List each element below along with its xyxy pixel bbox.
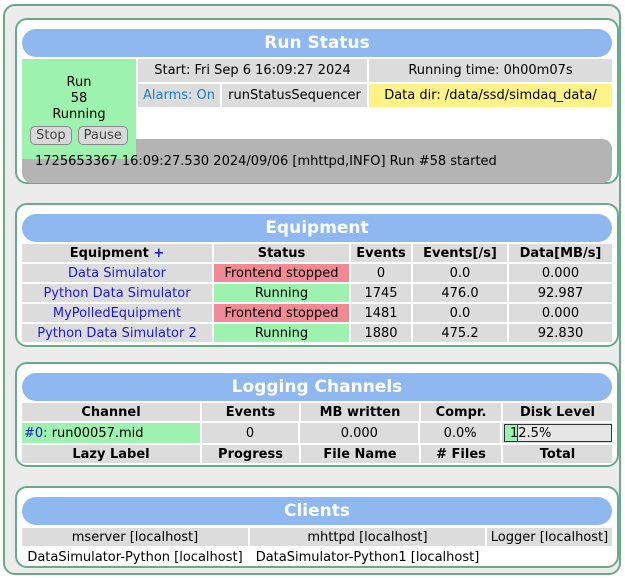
equipment-row: MyPolledEquipment Frontend stopped 1481 0.0… [22,304,612,322]
client-mhttpd: mhttpd [localhost] [250,528,485,546]
equipment-rate: 475.2 [413,324,507,342]
equipment-data-rate: 0.000 [509,304,612,322]
equipment-events: 1481 [351,304,411,322]
equipment-events: 1880 [351,324,411,342]
channel-header: Channel [22,403,200,421]
run-state: Running [52,107,106,122]
logging-title: Logging Channels [22,373,612,401]
run-number: 58 [70,91,88,106]
events-header: Events [351,244,411,262]
equipment-header-label: Equipment [69,245,149,261]
equipment-row: Python Data Simulator Running 1745 476.0 92.… [22,284,612,302]
disk-level-cell: 12.5% [502,423,612,443]
equipment-name-link[interactable]: Python Data Simulator [22,284,212,302]
running-time: Running time: 0h00m07s [369,59,612,82]
run-state-cell: Run 58 Running Stop Pause [22,59,136,159]
equipment-row: Python Data Simulator 2 Running 1880 475.2 9… [22,324,612,342]
run-label: Run [66,75,92,90]
sequencer-status[interactable]: runStatusSequencer [222,84,367,107]
data-header: Data[MB/s] [509,244,612,262]
equipment-data-rate: 92.830 [509,324,612,342]
num-files-header: # Files [421,445,501,463]
equipment-rate: 0.0 [413,304,507,322]
status-header: Status [214,244,349,262]
progress-header: Progress [202,445,299,463]
last-message: 1725653367 16:09:27.530 2024/09/06 [mhtt… [35,153,497,169]
equipment-data-rate: 0.000 [509,264,612,282]
clients-panel: Clients mserver [localhost] mhttpd [loca… [15,486,619,568]
run-status-panel: Run Status Run 58 Running Stop Pause Sta… [15,18,619,184]
add-equipment-button[interactable]: + [153,246,164,261]
equipment-name-link[interactable]: Python Data Simulator 2 [22,324,212,342]
client-mserver: mserver [localhost] [22,528,248,546]
client-datasimulator-python: DataSimulator-Python [localhost] [27,549,243,565]
disk-level-header: Disk Level [503,403,612,421]
equipment-data-rate: 92.987 [509,284,612,302]
client-logger: Logger [localhost] [487,528,612,546]
equipment-status: Running [214,284,349,302]
lazy-label-header: Lazy Label [22,445,200,463]
log-events-header: Events [202,403,299,421]
logging-panel: Logging Channels Channel Events MB writt… [15,362,619,467]
channel-file: run00057.mid [51,425,144,441]
equipment-status: Running [214,324,349,342]
start-time: Start: Fri Sep 6 16:09:27 2024 [138,59,367,82]
equipment-events: 0 [351,264,411,282]
channel-cell: #0: run00057.mid [22,423,200,443]
midas-status-page: Run Status Run 58 Running Stop Pause Sta… [3,4,621,575]
equipment-events: 1745 [351,284,411,302]
file-name-header: File Name [301,445,419,463]
equipment-name-link[interactable]: MyPolledEquipment [22,304,212,322]
equipment-row: Data Simulator Frontend stopped 0 0.0 0.000 [22,264,612,282]
run-status-title: Run Status [22,29,612,57]
disk-level-value: 12.5% [510,426,552,441]
data-dir: Data dir: /data/ssd/simdaq_data/ [369,84,612,107]
channel-link[interactable]: #0: [24,426,48,441]
alarms-status[interactable]: Alarms: On [138,84,220,107]
stop-button[interactable]: Stop [30,126,72,145]
total-header: Total [503,445,612,463]
compr-header: Compr. [421,403,501,421]
disk-level-bar: 12.5% [504,424,612,442]
equipment-header: Equipment + [22,244,212,262]
mb-written-header: MB written [301,403,419,421]
mb-written-value: 0.000 [300,423,419,443]
equipment-rate: 476.0 [413,284,507,302]
equipment-name-link[interactable]: Data Simulator [22,264,212,282]
pause-button[interactable]: Pause [77,126,128,145]
equipment-status: Frontend stopped [214,264,349,282]
rate-header: Events[/s] [413,244,507,262]
equipment-title: Equipment [22,214,612,242]
client-datasimulator-python1: DataSimulator-Python1 [localhost] [255,549,480,565]
log-events-value: 0 [201,423,299,443]
clients-title: Clients [22,497,612,525]
equipment-rate: 0.0 [413,264,507,282]
compr-value: 0.0% [420,423,500,443]
equipment-panel: Equipment Equipment + Status Events Even… [15,203,619,347]
equipment-status: Frontend stopped [214,304,349,322]
